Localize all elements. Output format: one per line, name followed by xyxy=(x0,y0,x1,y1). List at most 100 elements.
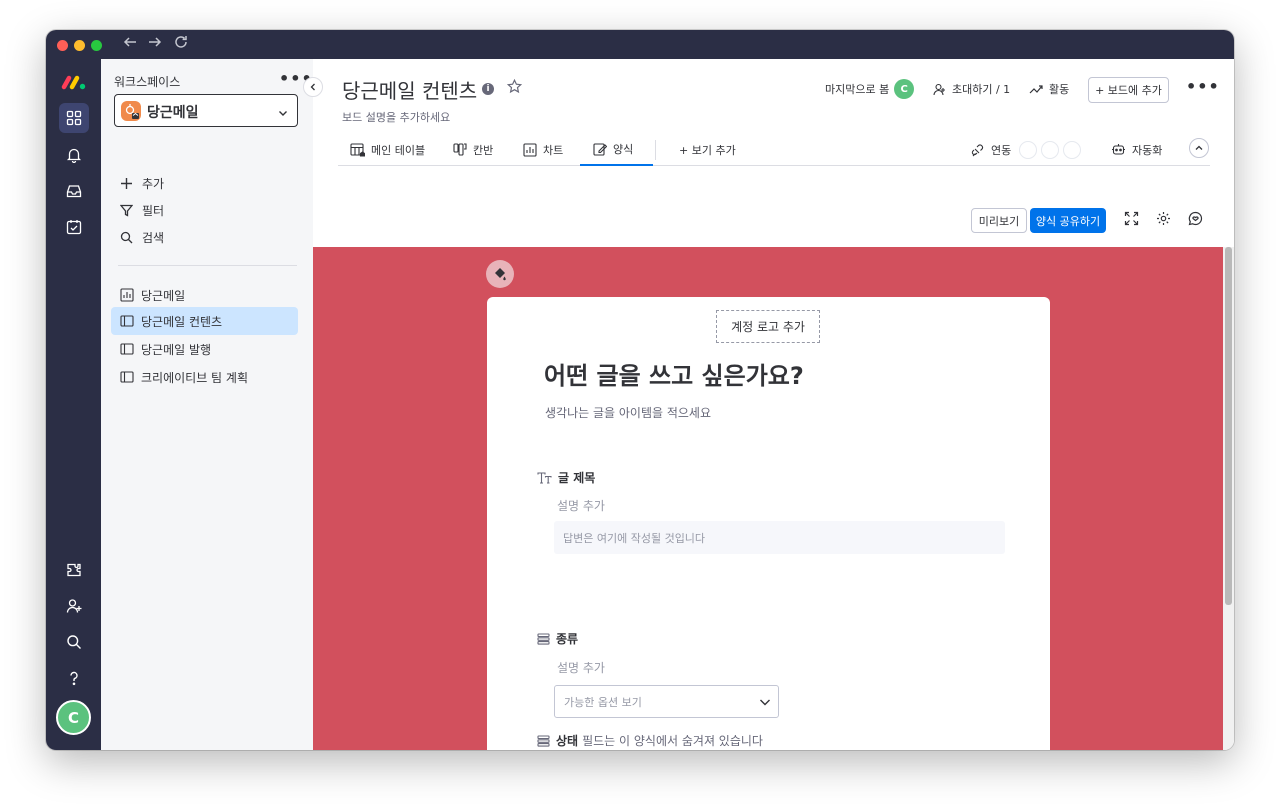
chevron-up-icon xyxy=(1195,145,1203,150)
form-card: 계정 로고 추가 어떤 글을 쓰고 싶은가요? 생각나는 글을 아이템을 적으세… xyxy=(487,297,1050,750)
chevron-down-icon xyxy=(277,104,289,123)
board-icon xyxy=(120,314,134,328)
tab-label: 차트 xyxy=(543,143,564,157)
workspace-selector[interactable]: 당근메일 xyxy=(114,94,298,127)
integrate-button[interactable]: 연동 xyxy=(970,133,1082,166)
question-description[interactable]: 설명 추가 xyxy=(557,659,605,676)
plus-icon xyxy=(118,177,134,190)
paint-bucket-icon[interactable] xyxy=(486,260,514,288)
tab-kanban[interactable]: 칸반 xyxy=(453,133,493,166)
minimize-window-button[interactable] xyxy=(74,40,85,51)
question-category-label[interactable]: 종류 xyxy=(537,630,578,647)
my-work-calendar-icon[interactable] xyxy=(59,212,89,242)
kanban-icon xyxy=(453,142,467,157)
settings-gear-icon[interactable] xyxy=(1156,211,1171,230)
tab-divider xyxy=(655,140,656,160)
automate-button[interactable]: 자동화 xyxy=(1111,133,1162,166)
table-icon xyxy=(350,142,365,157)
hidden-field-note: 상태 필드는 이 양식에서 숨겨져 있습니다 xyxy=(537,732,763,749)
forward-arrow-icon[interactable] xyxy=(148,34,162,54)
back-arrow-icon[interactable] xyxy=(123,34,137,54)
fullscreen-icon[interactable] xyxy=(1124,211,1139,230)
sidebar-add-label: 추가 xyxy=(142,176,165,191)
sidebar-filter-label: 필터 xyxy=(142,203,165,218)
left-rail: C xyxy=(46,59,101,750)
workspaces-grid-icon[interactable] xyxy=(59,103,89,133)
search-icon xyxy=(118,231,134,244)
sidebar-item-dangeun-mail-publish[interactable]: 당근메일 발행 xyxy=(111,335,298,363)
sidebar-item-dangeun-mail-content[interactable]: 당근메일 컨텐츠 xyxy=(111,307,298,335)
tab-chart[interactable]: 차트 xyxy=(523,133,563,166)
options-select[interactable]: 가능한 옵션 보기 xyxy=(554,685,779,718)
chevron-down-icon xyxy=(758,695,772,712)
reload-icon[interactable] xyxy=(174,34,188,54)
scrollbar-thumb[interactable] xyxy=(1225,247,1232,605)
app-window: C 워크스페이스 ••• 당근메일 추가 필터 검색 당근메일 당근메일 컨텐츠… xyxy=(46,30,1234,750)
workspace-name: 당근메일 xyxy=(147,105,199,121)
hidden-field-text: 필드는 이 양식에서 숨겨져 있습니다 xyxy=(582,734,763,748)
inbox-icon[interactable] xyxy=(59,176,89,206)
sidebar-item-dangeun-mail[interactable]: 당근메일 xyxy=(111,281,298,309)
monday-logo-icon[interactable] xyxy=(59,67,89,97)
add-view-button[interactable]: + 보기 추가 xyxy=(679,133,736,166)
integrate-plug-icon xyxy=(970,143,985,157)
robot-icon xyxy=(1111,143,1126,156)
tab-label: 메인 테이블 xyxy=(371,143,426,157)
search-icon[interactable] xyxy=(59,627,89,657)
sidebar-item-creative-team-plan[interactable]: 크리에이티브 팀 계획 xyxy=(111,363,298,391)
sidebar-add-button[interactable]: 추가 xyxy=(118,174,164,192)
more-options-icon[interactable]: ••• xyxy=(1186,77,1220,96)
question-title-label[interactable]: 글 제목 xyxy=(537,469,595,486)
sidebar-item-label: 당근메일 xyxy=(141,288,186,303)
form-title[interactable]: 어떤 글을 쓰고 싶은가요? xyxy=(544,356,804,391)
invite-members-icon[interactable] xyxy=(59,591,89,621)
last-seen-label: 마지막으로 봄 xyxy=(825,83,890,96)
integrations-puzzle-icon[interactable] xyxy=(59,555,89,585)
add-to-board-button[interactable]: + 보드에 추가 xyxy=(1088,77,1169,103)
board-main: 당근메일 컨텐츠 i 보드 설명을 추가하세요 마지막으로 봄 C 초대하기 /… xyxy=(313,59,1234,750)
tab-main-table[interactable]: 메인 테이블 xyxy=(350,133,425,166)
sidebar-item-label: 당근메일 컨텐츠 xyxy=(141,314,223,329)
close-window-button[interactable] xyxy=(57,40,68,51)
board-icon xyxy=(120,370,134,384)
collapse-header-button[interactable] xyxy=(1189,138,1209,158)
status-column-icon xyxy=(537,734,550,747)
maximize-window-button[interactable] xyxy=(91,40,102,51)
workspace-sidebar: 워크스페이스 ••• 당근메일 추가 필터 검색 당근메일 당근메일 컨텐츠 당… xyxy=(101,59,313,750)
collapse-sidebar-button[interactable] xyxy=(303,77,323,97)
answer-text-input[interactable]: 답변은 여기에 작성될 것입니다 xyxy=(554,521,1005,554)
filter-icon xyxy=(118,204,134,217)
activity-button[interactable]: 활동 xyxy=(1029,81,1069,97)
board-description[interactable]: 보드 설명을 추가하세요 xyxy=(342,109,450,125)
invite-button[interactable]: 초대하기 / 1 xyxy=(933,81,1010,97)
sidebar-item-label: 당근메일 발행 xyxy=(141,342,212,357)
info-icon[interactable]: i xyxy=(482,83,494,95)
last-seen[interactable]: 마지막으로 봄 C xyxy=(825,79,915,99)
sidebar-divider xyxy=(118,265,297,266)
integration-app-icon xyxy=(1019,140,1038,159)
share-form-button[interactable]: 양식 공유하기 xyxy=(1030,208,1106,233)
form-subtitle[interactable]: 생각나는 글을 아이템을 적으세요 xyxy=(545,404,711,421)
preview-button[interactable]: 미리보기 xyxy=(971,208,1027,233)
add-logo-button[interactable]: 계정 로고 추가 xyxy=(716,310,820,343)
activity-label: 활동 xyxy=(1049,83,1070,96)
tab-form[interactable]: 양식 xyxy=(580,133,653,166)
board-icon xyxy=(120,342,134,356)
question-description[interactable]: 설명 추가 xyxy=(557,497,605,514)
last-seen-avatar: C xyxy=(894,79,915,99)
feedback-chat-icon[interactable] xyxy=(1188,211,1203,230)
invite-label: 초대하기 / 1 xyxy=(952,83,1011,96)
star-icon[interactable] xyxy=(506,78,523,98)
chart-icon xyxy=(523,142,537,157)
integration-app-icon xyxy=(1063,140,1082,159)
sidebar-search-button[interactable]: 검색 xyxy=(118,228,164,246)
automate-label: 자동화 xyxy=(1132,143,1163,157)
question-label: 종류 xyxy=(556,632,579,646)
workspace-label: 워크스페이스 xyxy=(114,75,181,89)
help-question-icon[interactable] xyxy=(59,663,89,693)
user-avatar[interactable]: C xyxy=(56,700,91,735)
notifications-bell-icon[interactable] xyxy=(59,140,89,170)
board-title[interactable]: 당근메일 컨텐츠 xyxy=(342,75,477,104)
tab-label: 칸반 xyxy=(473,143,494,157)
sidebar-filter-button[interactable]: 필터 xyxy=(118,201,164,219)
